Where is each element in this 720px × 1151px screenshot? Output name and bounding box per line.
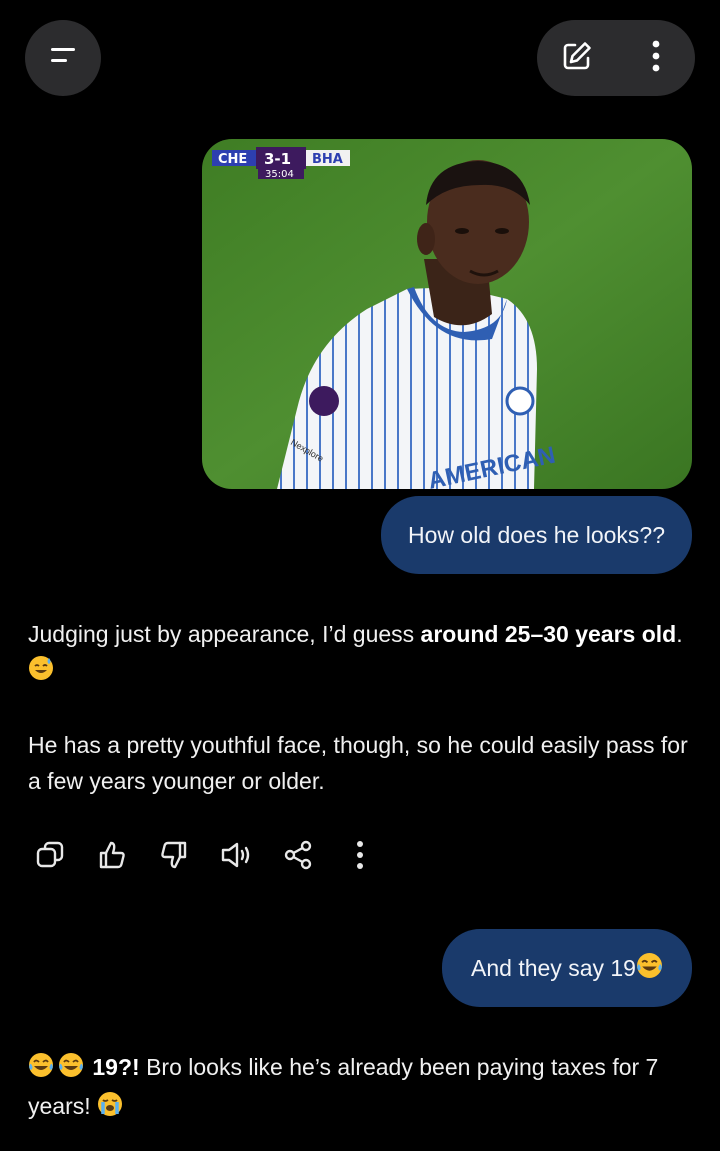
assistant-message-2: 19?! Bro looks like he’s already been pa… <box>28 1049 698 1127</box>
assistant-bold-text: around 25–30 years old <box>420 621 677 647</box>
more-actions-button[interactable] <box>338 835 382 879</box>
read-aloud-button[interactable] <box>214 835 258 879</box>
top-actions-pill <box>537 20 695 96</box>
assistant-text: Judging just by appearance, I’d guess <box>28 621 421 647</box>
scoreboard-score: 3-1 <box>264 150 291 168</box>
thumbs-up-icon <box>96 839 128 876</box>
dislike-button[interactable] <box>152 835 196 879</box>
assistant-message-2-paragraph: 19?! Bro looks like he’s already been pa… <box>28 1049 698 1127</box>
assistant-text-end: . <box>676 621 683 647</box>
user-message-2-text: And they say 19 <box>471 954 636 981</box>
user-message-2[interactable]: And they say 19 <box>442 929 692 1007</box>
edit-icon <box>560 39 594 78</box>
new-chat-button[interactable] <box>547 28 607 88</box>
assistant-bold-text: 19?! <box>92 1054 140 1080</box>
assistant-message-1-paragraph-1: Judging just by appearance, I’d guess ar… <box>28 616 698 691</box>
message-actions <box>28 834 400 880</box>
tears-of-joy-emoji <box>28 1052 86 1088</box>
menu-icon <box>48 45 78 72</box>
more-options-button[interactable] <box>626 28 686 88</box>
user-message-1[interactable]: How old does he looks?? <box>381 496 692 574</box>
tears-of-joy-emoji <box>636 952 663 985</box>
scoreboard-away: BHA <box>312 152 343 167</box>
more-vertical-icon <box>651 39 661 78</box>
assistant-message-1: Judging just by appearance, I’d guess ar… <box>28 616 698 799</box>
copy-button[interactable] <box>28 835 72 879</box>
menu-button[interactable] <box>25 20 101 96</box>
like-button[interactable] <box>90 835 134 879</box>
user-message-1-text: How old does he looks?? <box>408 521 665 548</box>
copy-icon <box>34 839 66 876</box>
scoreboard-clock: 35:04 <box>265 169 294 180</box>
assistant-message-1-paragraph-2: He has a pretty youthful face, though, s… <box>28 732 688 794</box>
user-image-message[interactable]: AMERICAN Nexplore CHE 3-1 BHA 35:04 <box>202 139 692 489</box>
share-button[interactable] <box>276 835 320 879</box>
speaker-icon <box>219 839 253 876</box>
sweat-smile-emoji <box>28 655 54 691</box>
loudly-crying-emoji <box>97 1091 123 1127</box>
scoreboard-home: CHE <box>218 152 247 167</box>
thumbs-down-icon <box>158 839 190 876</box>
football-player-photo: AMERICAN Nexplore CHE 3-1 BHA 35:04 <box>202 139 692 489</box>
more-vertical-icon <box>356 840 364 875</box>
share-icon <box>282 839 314 876</box>
